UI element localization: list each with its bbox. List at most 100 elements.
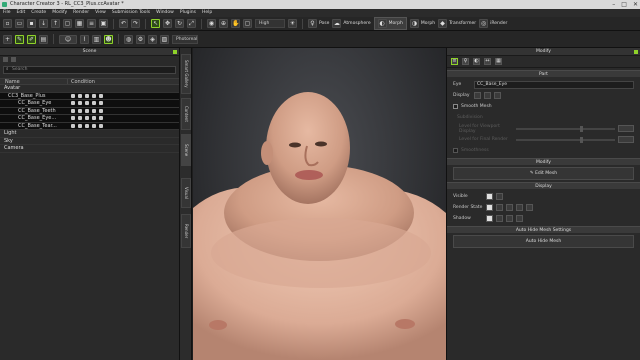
lock-icon[interactable] bbox=[78, 101, 82, 106]
smooth-mesh-checkbox[interactable] bbox=[453, 104, 458, 109]
frame-icon[interactable]: ▢ bbox=[243, 19, 252, 28]
redo-icon[interactable]: ↷ bbox=[131, 19, 140, 28]
lock-icon[interactable] bbox=[78, 123, 82, 128]
menu-help[interactable]: Help bbox=[202, 9, 212, 17]
tree-row[interactable]: Avatar bbox=[0, 85, 179, 93]
gear-icon[interactable]: ⚙ bbox=[136, 34, 145, 44]
material-icon[interactable]: ◈ bbox=[148, 34, 157, 44]
shadow-icon[interactable] bbox=[92, 116, 96, 121]
render-state-1-icon[interactable] bbox=[486, 204, 493, 211]
render-icon[interactable] bbox=[85, 93, 89, 98]
modify-section-header[interactable]: Modify bbox=[447, 158, 640, 165]
render-state-2-icon[interactable] bbox=[496, 204, 503, 211]
tab-render[interactable]: Render bbox=[181, 214, 191, 248]
edit-icon[interactable]: ✎ bbox=[15, 34, 24, 44]
menu-submission-tools[interactable]: Submission Tools bbox=[112, 9, 150, 17]
tree-row[interactable]: Camera bbox=[0, 145, 179, 153]
visible-on-icon[interactable] bbox=[486, 193, 493, 200]
render-state-3-icon[interactable] bbox=[506, 204, 513, 211]
render-mode-dropdown[interactable]: Photoreal bbox=[172, 34, 198, 44]
level-render-value[interactable] bbox=[618, 136, 634, 143]
close-button[interactable]: ✕ bbox=[633, 0, 638, 9]
save-icon[interactable]: ▪ bbox=[27, 19, 36, 28]
tree-row[interactable]: CC_Base_Teeth bbox=[0, 107, 179, 115]
morph2-button[interactable]: ◑ Morph bbox=[409, 19, 435, 28]
menu-plugins[interactable]: Plugins bbox=[180, 9, 196, 17]
scene-filter-icon[interactable] bbox=[3, 57, 8, 62]
shadow-icon[interactable] bbox=[92, 93, 96, 98]
morph-tab-icon[interactable]: ◐ bbox=[473, 58, 480, 65]
link-icon[interactable] bbox=[99, 116, 103, 121]
shadow-icon[interactable] bbox=[92, 108, 96, 113]
menu-window[interactable]: Window bbox=[156, 9, 174, 17]
tab-visual[interactable]: Visual bbox=[181, 178, 191, 208]
menu-create[interactable]: Create bbox=[31, 9, 46, 17]
menu-view[interactable]: View bbox=[95, 9, 106, 17]
visible-off-icon[interactable] bbox=[496, 193, 503, 200]
motion-tab-icon[interactable]: ↔ bbox=[484, 58, 491, 65]
display-wire-icon[interactable] bbox=[484, 92, 491, 99]
shadow-1-icon[interactable] bbox=[486, 215, 493, 222]
irender-button[interactable]: ◎ iRender bbox=[479, 19, 507, 28]
visible-icon[interactable] bbox=[71, 108, 75, 113]
display-x-icon[interactable] bbox=[494, 92, 501, 99]
level-render-slider[interactable] bbox=[516, 136, 615, 143]
render-icon[interactable] bbox=[85, 108, 89, 113]
3d-viewport[interactable] bbox=[193, 48, 446, 360]
image-icon[interactable]: ▣ bbox=[99, 19, 108, 28]
tab-scene[interactable]: Scene bbox=[181, 134, 191, 166]
render-icon[interactable] bbox=[85, 116, 89, 121]
shadow-4-icon[interactable] bbox=[516, 215, 523, 222]
link-icon[interactable] bbox=[99, 108, 103, 113]
render-icon[interactable] bbox=[85, 101, 89, 106]
menu-file[interactable]: File bbox=[3, 9, 11, 17]
rotate-icon[interactable]: ↻ bbox=[175, 19, 184, 28]
grid-icon[interactable]: ▦ bbox=[75, 19, 84, 28]
export-icon[interactable]: ↑ bbox=[51, 19, 60, 28]
part-section-header[interactable]: Part bbox=[447, 70, 640, 77]
scene-sort-icon[interactable] bbox=[11, 57, 16, 62]
face-icon[interactable]: ☻ bbox=[104, 34, 113, 44]
import-icon[interactable]: ↓ bbox=[39, 19, 48, 28]
create-icon[interactable]: + bbox=[3, 34, 12, 44]
move-icon[interactable]: ✥ bbox=[163, 19, 172, 28]
scale-icon[interactable]: ⤢ bbox=[187, 19, 196, 28]
lock-icon[interactable] bbox=[78, 93, 82, 98]
maximize-button[interactable]: □ bbox=[621, 0, 627, 9]
shadow-icon[interactable] bbox=[92, 101, 96, 106]
light-icon[interactable]: ☀ bbox=[288, 19, 297, 28]
attributes-tab-icon[interactable]: ≡ bbox=[451, 58, 458, 65]
auto-hide-mesh-button[interactable]: Auto Hide Mesh bbox=[453, 235, 634, 248]
brush-icon[interactable]: ✐ bbox=[27, 34, 36, 44]
visible-icon[interactable] bbox=[71, 123, 75, 128]
scene-search-input[interactable]: ⌕ Search bbox=[3, 66, 176, 74]
zoom-icon[interactable]: ⊕ bbox=[219, 19, 228, 28]
cloth-icon[interactable]: ▥ bbox=[92, 34, 101, 44]
tree-row[interactable]: Sky bbox=[0, 138, 179, 145]
menu-modify[interactable]: Modify bbox=[52, 9, 67, 17]
undo-icon[interactable]: ↶ bbox=[119, 19, 128, 28]
tree-row[interactable]: CC_Base_Eye... bbox=[0, 115, 179, 123]
pose-button[interactable]: ♀ Pose bbox=[308, 19, 329, 28]
link-icon[interactable] bbox=[99, 93, 103, 98]
file-icon[interactable]: ▢ bbox=[63, 19, 72, 28]
tree-row[interactable]: CC_Base_Eye bbox=[0, 100, 179, 108]
transformer-button[interactable]: ◆ Transformer bbox=[438, 19, 476, 28]
visible-icon[interactable] bbox=[71, 93, 75, 98]
render-state-4-icon[interactable] bbox=[516, 204, 523, 211]
pan-icon[interactable]: ✋ bbox=[231, 19, 240, 28]
lock-icon[interactable] bbox=[78, 116, 82, 121]
edit-mesh-button[interactable]: ✎ Edit Mesh bbox=[453, 167, 634, 180]
minimize-button[interactable]: – bbox=[612, 0, 615, 9]
list-icon[interactable]: ≡ bbox=[87, 19, 96, 28]
morph-tab[interactable]: ◐ Morph bbox=[373, 17, 407, 30]
shadow-icon[interactable] bbox=[92, 123, 96, 128]
display-eye-icon[interactable] bbox=[474, 92, 481, 99]
column-condition[interactable]: Condition bbox=[68, 79, 95, 85]
autohide-section-header[interactable]: Auto Hide Mesh Settings bbox=[447, 226, 640, 233]
eye-field[interactable]: CC_Base_Eye bbox=[474, 80, 634, 89]
smoothness-checkbox[interactable] bbox=[453, 148, 458, 153]
pin-icon[interactable] bbox=[634, 50, 638, 54]
tree-row[interactable]: CC_Base_Tear... bbox=[0, 122, 179, 130]
checker-tab-icon[interactable]: ▦ bbox=[495, 58, 502, 65]
